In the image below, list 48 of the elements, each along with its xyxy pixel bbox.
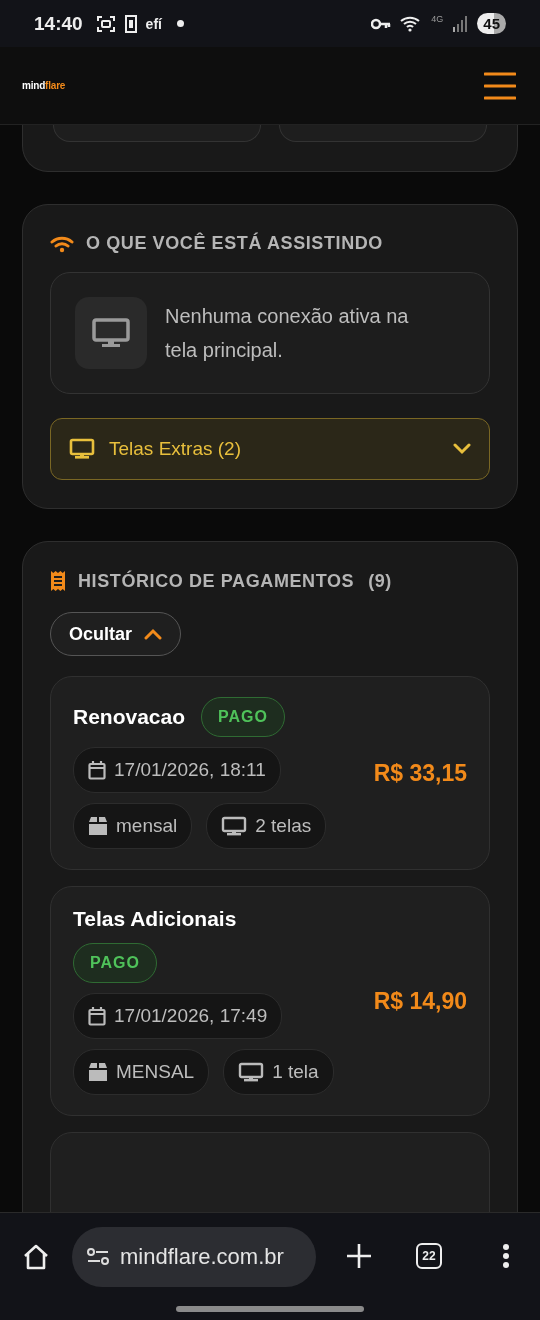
wifi-icon [50, 234, 74, 253]
menu-icon[interactable] [484, 71, 516, 100]
payment-date: 17/01/2026, 17:49 [114, 1005, 268, 1027]
signal-icon [452, 15, 469, 32]
status-time: 14:40 [34, 12, 83, 35]
payment-date: 17/01/2026, 18:11 [114, 759, 266, 781]
chevron-icon [453, 443, 471, 455]
hide-toggle-button[interactable]: Ocultar [50, 612, 182, 656]
section-title: HISTÓRICO DE PAGAMENTOS [78, 570, 355, 592]
screens-text: 1 tela [272, 1061, 319, 1083]
monitor-icon [221, 816, 248, 836]
screens-text: 2 telas [255, 815, 312, 837]
logo[interactable]: mindflare [22, 80, 66, 91]
key-icon [371, 17, 392, 30]
calendar-icon [88, 760, 106, 780]
empty-message: Nenhuma conexão ativa na tela principal. [165, 304, 410, 363]
box-icon [88, 816, 108, 836]
tab-count-button[interactable]: 22 [416, 1243, 442, 1269]
payment-amount: R$ 14,90 [373, 987, 467, 1015]
sim-card-icon [124, 14, 137, 33]
payment-title: Renovacao [73, 705, 186, 729]
monitor-icon [75, 297, 147, 369]
home-icon[interactable] [22, 1243, 50, 1271]
receipt-icon [50, 570, 66, 592]
status-badge: PAGO [201, 697, 285, 737]
section-title: O QUE VOCÊ ESTÁ ASSISTINDO [86, 233, 383, 254]
monitor-icon [69, 438, 95, 460]
plan-text: MENSAL [116, 1061, 195, 1083]
new-tab-icon[interactable] [346, 1243, 372, 1269]
payment-count: (9) [368, 570, 392, 592]
payment-amount: R$ 33,15 [373, 759, 467, 787]
screenshot-icon [95, 14, 116, 33]
site-settings-icon[interactable] [86, 1247, 110, 1267]
notification-dot-icon [176, 20, 184, 27]
status-badge: PAGO [73, 943, 157, 983]
url-text: mindflare.com.br [120, 1244, 284, 1270]
box-icon [88, 1062, 108, 1082]
calendar-icon [88, 1006, 106, 1026]
battery-level: 45 [477, 13, 506, 34]
more-options-icon[interactable] [502, 1243, 510, 1269]
notification-text: efí [145, 15, 162, 32]
payment-title: Telas Adicionais [73, 907, 237, 931]
plan-text: mensal [116, 815, 178, 837]
network-type: 4G [431, 14, 444, 24]
monitor-icon [238, 1062, 265, 1082]
chevron-icon [144, 628, 163, 640]
address-bar[interactable]: mindflare.com.br [72, 1227, 316, 1287]
extra-screens-dropdown[interactable]: Telas Extras (2) [50, 418, 490, 480]
